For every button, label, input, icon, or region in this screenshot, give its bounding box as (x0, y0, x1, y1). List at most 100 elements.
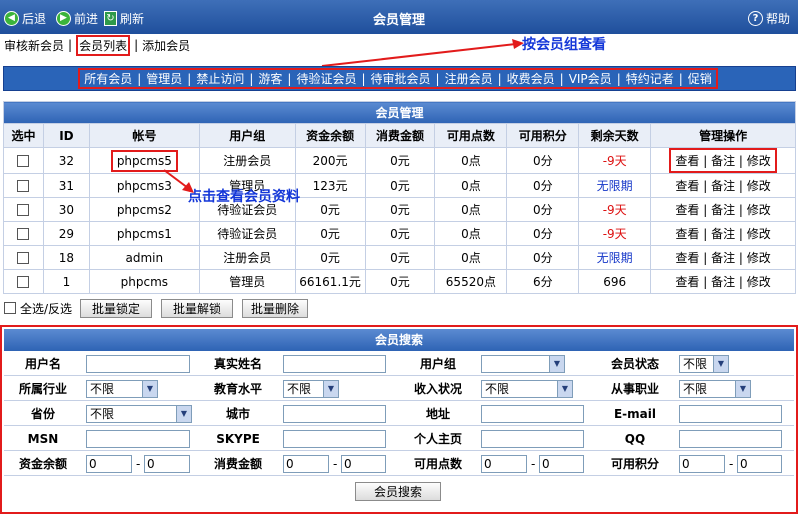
points-min-input[interactable]: 0 (481, 455, 527, 473)
chevron-down-icon: ▼ (142, 381, 157, 397)
sub-navigation: 审核新会员 | 会员列表 | 添加会员 (4, 34, 190, 56)
edit-member-link[interactable]: 修改 (747, 251, 771, 265)
member-points: 0点 (461, 179, 481, 193)
note-member-link[interactable]: 备注 (711, 203, 735, 217)
province-select[interactable]: 不限 ▼ (86, 405, 192, 423)
points-max-input[interactable]: 0 (539, 455, 584, 473)
group-select[interactable]: ▼ (481, 355, 565, 373)
address-input[interactable] (481, 405, 584, 423)
row-checkbox[interactable] (17, 228, 30, 240)
credits-min-input[interactable]: 0 (679, 455, 725, 473)
search-row-5: 资金余额 0 - 0 消费金额 0 - 0 可用点数 0 - 0 可用积分 0 … (4, 452, 794, 476)
email-input[interactable] (679, 405, 782, 423)
batch-lock-button[interactable]: 批量锁定 (80, 298, 153, 318)
occupation-select[interactable]: 不限 ▼ (679, 380, 751, 398)
row-checkbox[interactable] (17, 204, 30, 216)
msn-input[interactable] (86, 430, 190, 448)
help-button[interactable]: ? 帮助 (748, 9, 790, 27)
view-member-link[interactable]: 查看 (675, 203, 699, 217)
member-group-tab[interactable]: 待验证会员 (296, 70, 356, 87)
view-member-link[interactable]: 查看 (675, 179, 699, 193)
member-table-wrapper: 会员管理 选中 ID 帐号 用户组 资金余额 消费金额 可用点数 可用积分 剩余天数 管理操作 3… (3, 101, 796, 294)
note-member-link[interactable]: 备注 (711, 251, 735, 265)
row-checkbox[interactable] (17, 252, 30, 264)
spent-max-input[interactable]: 0 (341, 455, 386, 473)
username-input[interactable] (86, 355, 190, 373)
balance-max-input[interactable]: 0 (144, 455, 190, 473)
member-group-tabs: 所有会员 | 管理员 | 禁止访问 | 游客 | 待验证会员 | 待审批会员 | 注册会员 | 收费会员 | V… (78, 68, 718, 89)
member-balance: 0元 (320, 227, 340, 241)
note-member-link[interactable]: 备注 (711, 275, 735, 289)
edit-member-link[interactable]: 修改 (747, 179, 771, 193)
add-member-link[interactable]: 添加会员 (142, 37, 190, 54)
city-input[interactable] (283, 405, 386, 423)
member-days-left: 696 (603, 274, 627, 289)
column-header: 可用点数 (434, 123, 508, 148)
group-label: 用户组 (419, 357, 456, 371)
skype-label: SKYPE (216, 432, 260, 446)
spent-min-input[interactable]: 0 (283, 455, 329, 473)
member-account-link[interactable]: phpcms (121, 275, 168, 289)
balance-min-input[interactable]: 0 (86, 455, 132, 473)
member-group: 注册会员 (223, 154, 272, 168)
batch-delete-button[interactable]: 批量删除 (242, 298, 309, 318)
member-group-tab[interactable]: 促销 (688, 70, 712, 87)
points-label: 可用点数 (413, 457, 462, 471)
member-spent: 0元 (390, 179, 410, 193)
view-member-link[interactable]: 查看 (675, 227, 699, 241)
batch-unlock-button[interactable]: 批量解锁 (161, 298, 234, 318)
member-group-tab[interactable]: VIP会员 (569, 70, 612, 87)
member-group-tab[interactable]: 游客 (258, 70, 282, 87)
edit-member-link[interactable]: 修改 (747, 227, 771, 241)
member-group-tab[interactable]: 收费会员 (507, 70, 555, 87)
member-group-tab[interactable]: 特约记者 (626, 70, 674, 87)
member-group-bar: 所有会员 | 管理员 | 禁止访问 | 游客 | 待验证会员 | 待审批会员 | 注册会员 | 收费会员 | V… (3, 66, 796, 91)
select-all-checkbox[interactable] (4, 302, 16, 314)
search-submit-button[interactable]: 会员搜索 (355, 482, 441, 501)
column-header: 用户组 (198, 123, 296, 148)
member-list-link[interactable]: 会员列表 (76, 34, 131, 56)
row-checkbox[interactable] (17, 155, 30, 167)
industry-label: 所属行业 (18, 382, 67, 396)
view-member-link[interactable]: 查看 (675, 275, 699, 289)
search-row-4: MSN SKYPE 个人主页 QQ (4, 427, 794, 451)
credits-max-input[interactable]: 0 (737, 455, 782, 473)
income-select[interactable]: 不限 ▼ (481, 380, 573, 398)
member-account-link[interactable]: phpcms2 (117, 203, 172, 217)
row-checkbox[interactable] (17, 180, 30, 192)
member-group-tab[interactable]: 待审批会员 (371, 70, 431, 87)
member-account-link[interactable]: phpcms1 (117, 227, 172, 241)
note-member-link[interactable]: 备注 (711, 227, 735, 241)
member-group-tab[interactable]: 注册会员 (445, 70, 493, 87)
chevron-down-icon: ▼ (549, 356, 564, 372)
edit-member-link[interactable]: 修改 (747, 154, 771, 168)
member-group-tab[interactable]: 管理员 (146, 70, 182, 87)
realname-input[interactable] (283, 355, 386, 373)
member-table-caption: 会员管理 (3, 101, 796, 124)
email-label: E-mail (613, 407, 656, 421)
member-group-tab[interactable]: 所有会员 (84, 70, 132, 87)
member-id: 1 (62, 274, 71, 289)
review-new-members-link[interactable]: 审核新会员 (4, 37, 64, 54)
member-account-link[interactable]: admin (126, 251, 164, 265)
view-member-link[interactable]: 查看 (675, 251, 699, 265)
member-group-tab[interactable]: 禁止访问 (196, 70, 244, 87)
row-checkbox[interactable] (17, 276, 30, 288)
member-credits: 0分 (532, 179, 553, 193)
note-member-link[interactable]: 备注 (711, 154, 735, 168)
skype-input[interactable] (283, 430, 386, 448)
member-days-left: -9天 (602, 203, 627, 217)
edit-member-link[interactable]: 修改 (747, 275, 771, 289)
status-select[interactable]: 不限 ▼ (679, 355, 729, 373)
view-member-link[interactable]: 查看 (675, 154, 699, 168)
qq-input[interactable] (679, 430, 782, 448)
homepage-input[interactable] (481, 430, 584, 448)
edit-member-link[interactable]: 修改 (747, 203, 771, 217)
education-select[interactable]: 不限 ▼ (283, 380, 339, 398)
note-member-link[interactable]: 备注 (711, 179, 735, 193)
chevron-down-icon: ▼ (735, 381, 750, 397)
industry-select[interactable]: 不限 ▼ (86, 380, 158, 398)
search-caption: 会员搜索 (4, 329, 794, 351)
member-group: 管理员 (229, 275, 266, 289)
username-label: 用户名 (24, 357, 61, 371)
